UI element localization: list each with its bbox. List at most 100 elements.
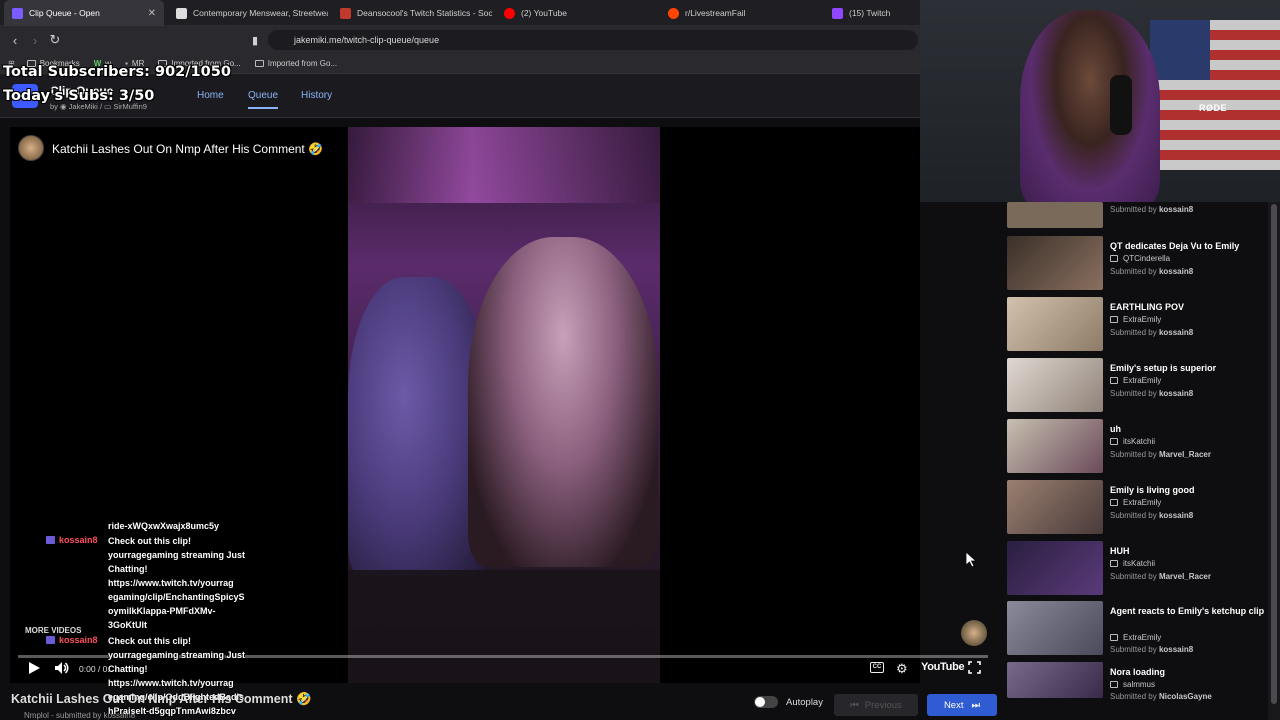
chat-badge-icon [46, 536, 55, 544]
settings-gear-icon[interactable]: ⚙ [896, 661, 908, 677]
chat-username: kossain8 [46, 535, 98, 545]
chat-user-label: kossain8 [59, 535, 98, 545]
queue-thumbnail [1007, 480, 1103, 534]
clip-queue-favicon [12, 7, 23, 19]
previous-icon: ⏮ [850, 699, 859, 711]
nav-queue[interactable]: Queue [248, 90, 279, 109]
folder-icon [254, 60, 264, 67]
tab-twitch-stats[interactable]: Deansocool's Twitch Statistics - Soci [332, 0, 492, 26]
queue-channel: ExtraEmily [1110, 633, 1161, 642]
queue-thumbnail [1007, 662, 1103, 698]
queue-submitter: Submitted by kossain8 [1110, 267, 1194, 276]
tab-livestreamfail[interactable]: r/LivestreamFail [660, 0, 820, 26]
chat-line: yourragegaming streaming Just [108, 550, 246, 560]
nav-history[interactable]: History [301, 90, 332, 101]
queue-title: Nora loading [1110, 667, 1166, 677]
queue-item[interactable]: uh itsKatchii Submitted by Marvel_Racer [1007, 419, 1267, 477]
tab-label: Contemporary Menswear, Streetwear [193, 8, 328, 18]
queue-item[interactable]: Agent reacts to Emily's ketchup clip Ext… [1007, 601, 1267, 659]
tab-label: (2) YouTube [521, 8, 567, 18]
previous-button[interactable]: ⏮ Previous [834, 694, 918, 716]
sidebar-scrollbar[interactable] [1268, 202, 1280, 720]
nav-home[interactable]: Home [197, 90, 224, 101]
queue-submitter: Submitted by kossain8 [1110, 389, 1194, 398]
chat-line: Check out this clip! [108, 636, 192, 646]
next-label: Next [943, 699, 964, 711]
queue-channel: QTCinderella [1110, 254, 1170, 263]
tab-twitch[interactable]: (15) Twitch [824, 0, 920, 26]
queue-title: Emily is living good [1110, 485, 1195, 495]
queue-item[interactable]: HUH itsKatchii Submitted by Marvel_Racer [1007, 541, 1267, 599]
forward-icon[interactable]: › [26, 31, 44, 49]
youtube-logo[interactable]: YouTube [921, 661, 965, 673]
back-icon[interactable]: ‹ [6, 31, 24, 49]
chat-line: 3GoKtUlt [108, 620, 147, 630]
queue-item[interactable]: QT dedicates Deja Vu to Emily QTCinderel… [1007, 236, 1267, 294]
queue-title: Emily's setup is superior [1110, 363, 1217, 373]
browser-nav-bar: ‹ › ↻ ▮ jakemiki.me/twitch-clip-queue/qu… [0, 26, 920, 54]
stats-favicon [340, 7, 351, 19]
bookmark-item[interactable]: Imported from Go... [254, 59, 338, 68]
reload-icon[interactable]: ↻ [46, 31, 64, 49]
channel-icon [1110, 438, 1118, 445]
queue-item[interactable]: EARTHLING POV ExtraEmily Submitted by ko… [1007, 297, 1267, 355]
queue-channel: ExtraEmily [1110, 498, 1161, 507]
queue-thumbnail [1007, 236, 1103, 290]
queue-channel: itsKatchii [1110, 437, 1155, 446]
streamer-figure [348, 277, 488, 577]
time-display: 0:00 / 0: [79, 664, 110, 674]
chat-line: Check out this clip! [108, 536, 192, 546]
mouse-cursor-icon [966, 552, 976, 568]
chat-line: ride-xWQxwXwajx8umc5y [108, 521, 220, 531]
channel-icon [1110, 499, 1118, 506]
microphone [1110, 75, 1132, 135]
clip-title[interactable]: Katchii Lashes Out On Nmp After His Comm… [52, 142, 323, 156]
toggle-knob [755, 697, 765, 707]
streamer-figure [468, 237, 658, 567]
next-button[interactable]: Next ⏭ [927, 694, 997, 716]
chat-badge-icon [46, 636, 55, 644]
queue-submitter: Submitted by Marvel_Racer [1110, 572, 1211, 581]
channel-icon [1110, 316, 1118, 323]
tab-label: Deansocool's Twitch Statistics - Soci [357, 8, 492, 18]
bookmark-star-icon[interactable]: ▮ [246, 31, 264, 49]
tab-clip-queue[interactable]: Clip Queue - Open ✕ [4, 0, 164, 26]
channel-icon [1110, 377, 1118, 384]
queue-item[interactable]: Emily's setup is superior ExtraEmily Sub… [1007, 358, 1267, 416]
queue-submitter: Submitted by kossain8 [1110, 645, 1194, 654]
more-videos-label[interactable]: MORE VIDEOS [25, 626, 81, 635]
queue-channel: ExtraEmily [1110, 315, 1161, 324]
chat-line: Chatting! [108, 564, 148, 574]
queue-title: uh [1110, 424, 1121, 434]
volume-icon[interactable] [54, 661, 70, 675]
channel-icon [1110, 560, 1118, 567]
mic-brand-label: RØDE [1199, 103, 1228, 113]
channel-avatar[interactable] [18, 135, 44, 161]
video-frame [348, 127, 660, 683]
channel-watermark[interactable] [961, 620, 987, 646]
play-icon[interactable] [27, 661, 41, 675]
queue-title: EARTHLING POV [1110, 302, 1185, 312]
chat-line: egaming/clip/EnchantingSpicyS [108, 592, 245, 602]
channel-icon [1110, 255, 1118, 262]
streamer-figure [1020, 10, 1160, 202]
autoplay-toggle[interactable] [754, 696, 778, 708]
chat-user-label: kossain8 [59, 635, 98, 645]
tab-menswear[interactable]: Contemporary Menswear, Streetwear [168, 0, 328, 26]
bookmark-label: Imported from Go... [267, 59, 338, 68]
fullscreen-icon[interactable] [968, 661, 981, 674]
captions-icon[interactable]: CC [870, 662, 884, 673]
queue-thumbnail [1007, 297, 1103, 351]
blurred-top [348, 127, 660, 203]
tab-youtube[interactable]: (2) YouTube [496, 0, 656, 26]
webcam-overlay [920, 0, 1280, 202]
tab-label: r/LivestreamFail [685, 8, 746, 18]
queue-submitter: Submitted by Marvel_Racer [1110, 450, 1211, 459]
address-bar[interactable]: jakemiki.me/twitch-clip-queue/queue [268, 30, 918, 50]
tab-label: (15) Twitch [849, 8, 891, 18]
current-clip-title: Katchii Lashes Out On Nmp After His Comm… [11, 692, 312, 706]
queue-item[interactable]: Emily is living good ExtraEmily Submitte… [1007, 480, 1267, 538]
close-tab-icon[interactable]: ✕ [148, 8, 156, 19]
queue-item[interactable]: Nora loading salmmus Submitted by Nicola… [1007, 662, 1267, 720]
scrollbar-thumb[interactable] [1271, 204, 1277, 704]
